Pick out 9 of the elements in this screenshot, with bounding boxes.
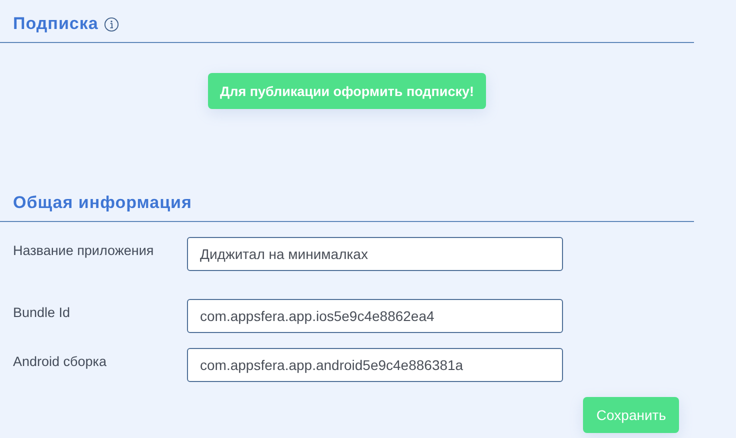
field-label: Android сборка	[13, 353, 108, 371]
input-field[interactable]: com.appsfera.app.ios5e9c4e8862ea4	[187, 299, 563, 333]
input-field[interactable]: Диджитал на минималках	[187, 237, 563, 271]
input-field[interactable]: com.appsfera.app.android5e9c4e886381a	[187, 348, 563, 382]
section-title: Общая информация	[13, 193, 192, 213]
section-title: Подписка	[13, 14, 98, 34]
field-label: Bundle Id	[13, 304, 72, 322]
field-label: Название приложения	[13, 242, 155, 260]
info-icon[interactable]	[104, 16, 120, 32]
